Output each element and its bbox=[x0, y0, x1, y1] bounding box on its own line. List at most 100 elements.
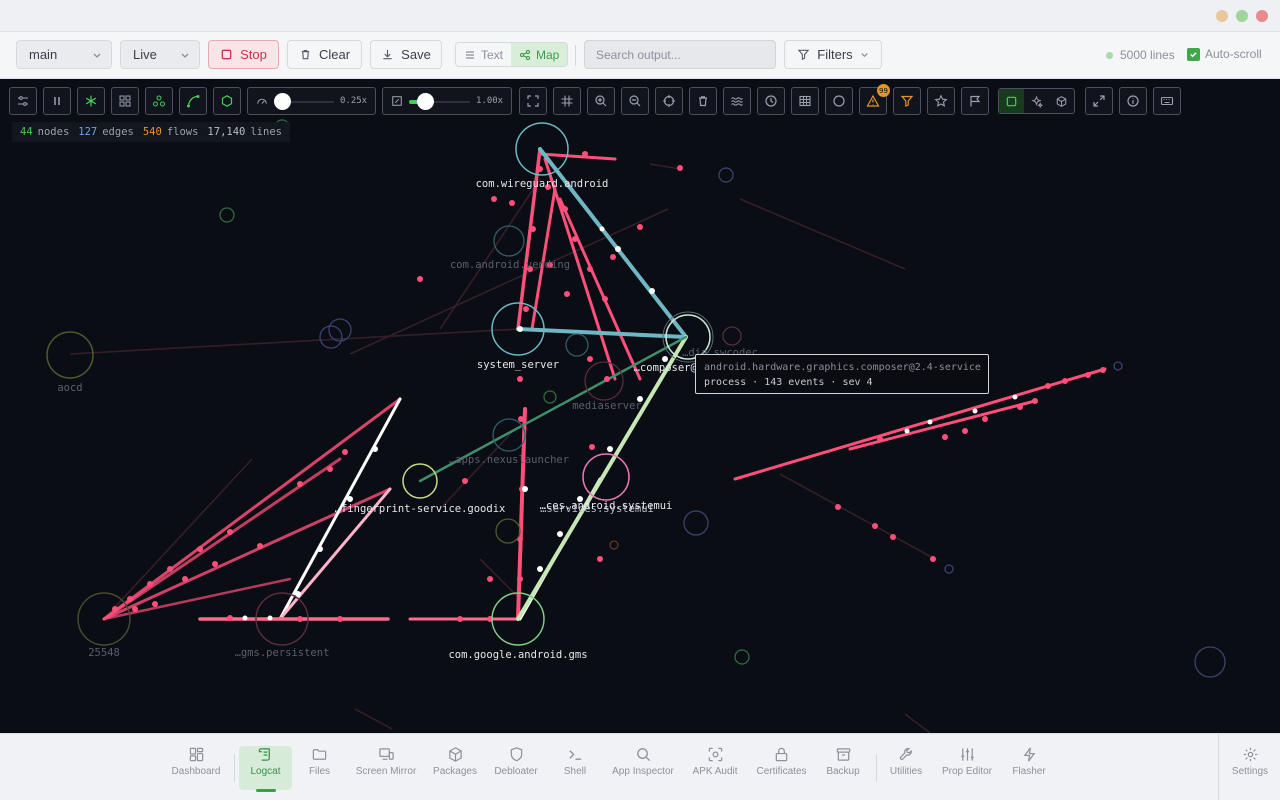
info-button[interactable] bbox=[1119, 87, 1147, 115]
nav-apk-audit[interactable]: APK Audit bbox=[690, 746, 740, 790]
active-event-dots bbox=[242, 226, 1018, 621]
node-shape-button[interactable] bbox=[825, 87, 853, 115]
curved-edges-button[interactable] bbox=[179, 87, 207, 115]
save-label: Save bbox=[401, 47, 431, 62]
nav-prop-editor[interactable]: Prop Editor bbox=[940, 746, 994, 790]
nav-logcat[interactable]: Logcat bbox=[239, 746, 292, 792]
close-button[interactable] bbox=[1256, 10, 1268, 22]
map-toolbar: 0.25x 1.00x 99 bbox=[0, 79, 1280, 123]
grid-layout-button[interactable] bbox=[111, 87, 139, 115]
process-graph[interactable]: com.wireguard.android com.android.vendin… bbox=[0, 79, 1280, 733]
frame-icon bbox=[527, 95, 539, 107]
mode-select[interactable]: Live bbox=[120, 40, 200, 69]
nav-shell[interactable]: Shell bbox=[561, 746, 589, 790]
search-icon bbox=[636, 748, 650, 762]
nav-flasher[interactable]: Flasher bbox=[1010, 746, 1048, 790]
label-gms: com.google.android.gms bbox=[448, 649, 587, 661]
render-3d-button[interactable] bbox=[1049, 89, 1074, 113]
render-2d-button[interactable] bbox=[999, 89, 1024, 113]
zoom-out-icon bbox=[629, 95, 641, 107]
hexagon-button[interactable] bbox=[213, 87, 241, 115]
edge-count-label: edges bbox=[102, 126, 134, 138]
trash-icon bbox=[699, 96, 707, 107]
label-nexuslauncher: …apps.nexuslauncher bbox=[449, 454, 569, 466]
recenter-button[interactable] bbox=[655, 87, 683, 115]
pause-button[interactable] bbox=[43, 87, 71, 115]
nav-screen-mirror[interactable]: Screen Mirror bbox=[352, 746, 420, 790]
wrench-icon bbox=[899, 747, 912, 761]
nav-packages[interactable]: Packages bbox=[432, 746, 478, 790]
maximize-button[interactable] bbox=[1236, 10, 1248, 22]
nav-debloater[interactable]: Debloater bbox=[492, 746, 540, 790]
nav-certificates-label: Certificates bbox=[756, 766, 807, 777]
label-mediaserver: mediaserver bbox=[572, 400, 642, 412]
clock-icon bbox=[765, 95, 777, 107]
nav-prop-editor-label: Prop Editor bbox=[941, 766, 993, 777]
nav-utilities[interactable]: Utilities bbox=[886, 746, 926, 790]
save-button[interactable]: Save bbox=[370, 40, 442, 69]
nav-certificates[interactable]: Certificates bbox=[754, 746, 809, 790]
zoom-in-button[interactable] bbox=[587, 87, 615, 115]
nav-utilities-label: Utilities bbox=[889, 766, 923, 777]
stop-icon bbox=[221, 49, 232, 60]
zoom-out-button[interactable] bbox=[621, 87, 649, 115]
favorite-button[interactable] bbox=[927, 87, 955, 115]
nav-files-label: Files bbox=[308, 766, 331, 777]
autoscroll-checkbox[interactable] bbox=[1187, 47, 1200, 61]
info-icon bbox=[1127, 95, 1139, 107]
nav-app-inspector[interactable]: App Inspector bbox=[608, 746, 678, 790]
grid-toggle-button[interactable] bbox=[553, 87, 581, 115]
filters-button[interactable]: Filters bbox=[784, 40, 882, 69]
stop-button[interactable]: Stop bbox=[208, 40, 279, 69]
node-systemui[interactable] bbox=[582, 453, 630, 501]
node-aocd[interactable] bbox=[46, 331, 94, 379]
render-effects-button[interactable] bbox=[1024, 89, 1049, 113]
filter-icon bbox=[900, 95, 914, 107]
keyboard-shortcuts-button[interactable] bbox=[1153, 87, 1181, 115]
screen-mirror-icon bbox=[378, 748, 394, 760]
timeline-button[interactable] bbox=[757, 87, 785, 115]
freeze-button[interactable] bbox=[77, 87, 105, 115]
star-icon bbox=[934, 94, 948, 107]
lock-icon bbox=[775, 747, 788, 762]
expand-button[interactable] bbox=[1085, 87, 1113, 115]
autoscroll-toggle[interactable]: Auto-scroll bbox=[1187, 47, 1262, 61]
table-button[interactable] bbox=[791, 87, 819, 115]
settings-sliders-button[interactable] bbox=[9, 87, 37, 115]
nav-backup[interactable]: Backup bbox=[824, 746, 862, 790]
nav-files[interactable]: Files bbox=[303, 746, 336, 790]
waves-button[interactable] bbox=[723, 87, 751, 115]
filters-label: Filters bbox=[817, 47, 853, 62]
fullscreen-button[interactable] bbox=[519, 87, 547, 115]
terminal-icon bbox=[568, 750, 581, 760]
label-system-server: system_server bbox=[477, 359, 559, 371]
nav-packages-label: Packages bbox=[433, 766, 477, 777]
node-tooltip: android.hardware.graphics.composer@2.4-s… bbox=[695, 354, 989, 394]
cluster-button[interactable] bbox=[145, 87, 173, 115]
gear-icon bbox=[1243, 747, 1257, 762]
speed-knob[interactable] bbox=[274, 93, 291, 110]
zoom-knob[interactable] bbox=[417, 93, 434, 110]
nav-debloater-label: Debloater bbox=[494, 766, 538, 777]
flag-button[interactable] bbox=[961, 87, 989, 115]
view-map-tab[interactable]: Map bbox=[511, 43, 568, 66]
minimize-button[interactable] bbox=[1216, 10, 1228, 22]
clear-map-button[interactable] bbox=[689, 87, 717, 115]
crosshair-icon bbox=[663, 95, 675, 107]
search-input[interactable] bbox=[584, 40, 776, 69]
check-icon bbox=[1190, 51, 1197, 57]
filter-icon bbox=[797, 49, 810, 60]
zoom-slider[interactable]: 1.00x bbox=[382, 87, 512, 115]
branch-select[interactable]: main bbox=[16, 40, 112, 69]
view-text-tab[interactable]: Text bbox=[456, 43, 511, 66]
render-mode-group bbox=[998, 88, 1075, 114]
clear-button[interactable]: Clear bbox=[287, 40, 362, 69]
nav-flasher-label: Flasher bbox=[1012, 766, 1046, 777]
nav-settings[interactable]: Settings bbox=[1228, 746, 1272, 790]
nav-dashboard[interactable]: Dashboard bbox=[170, 746, 222, 790]
filter-map-button[interactable] bbox=[893, 87, 921, 115]
label-wireguard: com.wireguard.android bbox=[476, 178, 609, 190]
process-map[interactable]: com.wireguard.android com.android.vendin… bbox=[0, 79, 1280, 733]
share-nodes-icon bbox=[519, 49, 531, 60]
speed-slider[interactable]: 0.25x bbox=[247, 87, 376, 115]
